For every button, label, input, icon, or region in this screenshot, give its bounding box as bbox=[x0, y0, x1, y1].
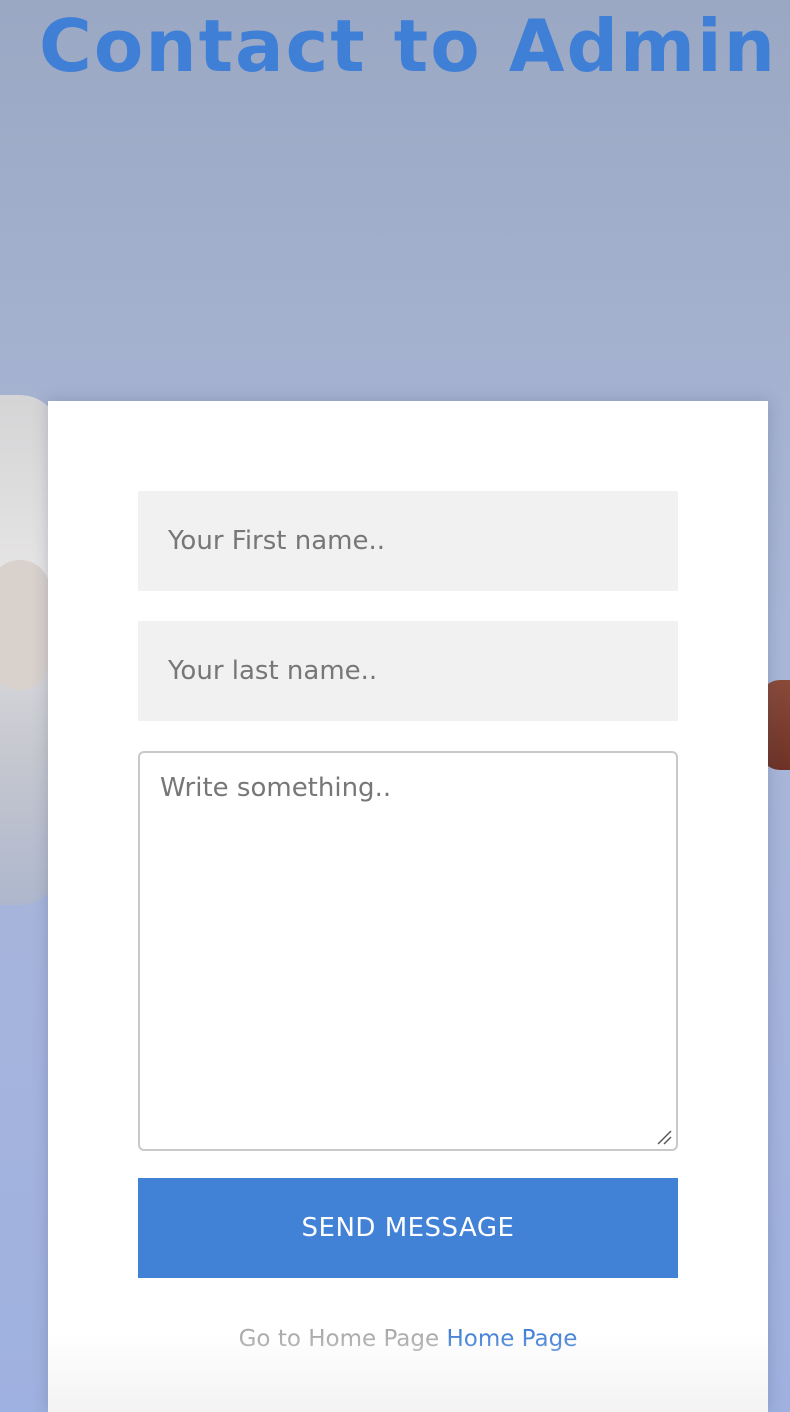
page-title: Contact to Admin bbox=[39, 4, 777, 88]
last-name-input[interactable] bbox=[138, 621, 678, 721]
first-name-input[interactable] bbox=[138, 491, 678, 591]
page: Contact to Admin SEND MESSAGE Go to Home… bbox=[0, 0, 790, 1412]
send-message-button[interactable]: SEND MESSAGE bbox=[138, 1178, 678, 1278]
background-shape-left-accent bbox=[0, 560, 50, 690]
message-textarea[interactable] bbox=[138, 751, 678, 1151]
card-bottom-fade bbox=[48, 1332, 768, 1412]
resize-handle-icon[interactable] bbox=[656, 1129, 672, 1145]
contact-form-card: SEND MESSAGE Go to Home Page Home Page bbox=[48, 401, 768, 1412]
